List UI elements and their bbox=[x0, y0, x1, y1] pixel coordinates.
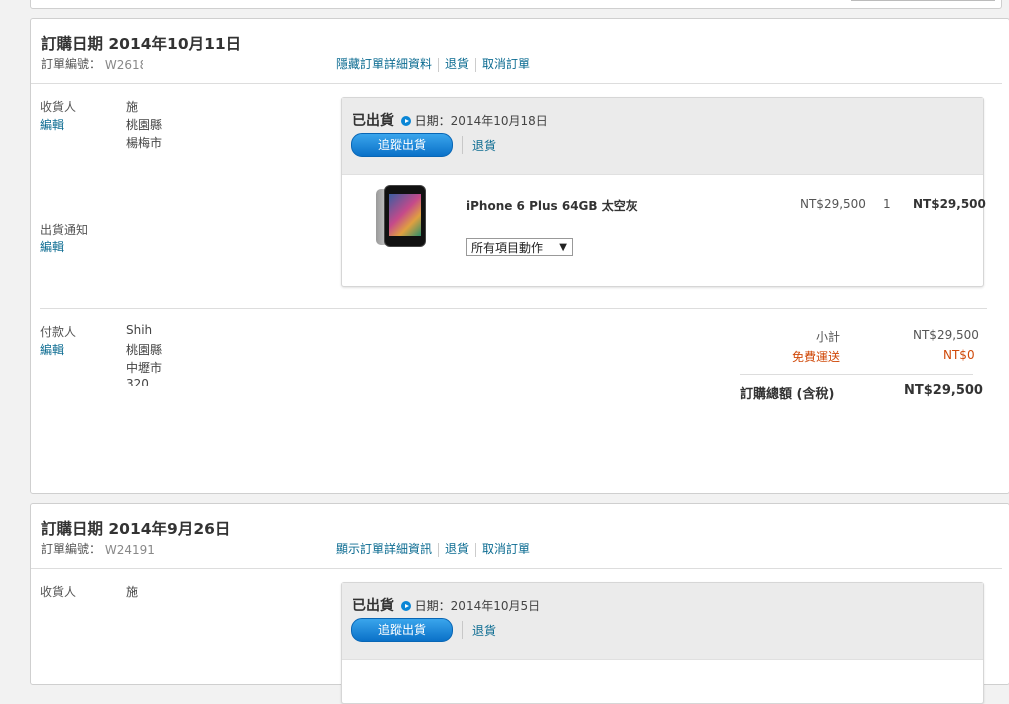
link-divider bbox=[438, 57, 440, 72]
shipment-date-label: 日期： bbox=[414, 114, 451, 128]
order-card: 訂購日期 2014年9月26日 訂單編號： W24191 顯示訂單詳細資訊 退貨取… bbox=[30, 503, 1009, 704]
item-actions-select-value: 所有項目動作 bbox=[471, 241, 544, 255]
hide-order-details-link[interactable]: 隱藏訂單詳細資料 bbox=[336, 57, 432, 71]
recipient-county: 桃園縣 bbox=[126, 118, 162, 132]
return-link[interactable]: 退貨 bbox=[445, 57, 469, 71]
order-number-value: W2618 bbox=[104, 58, 143, 72]
order-number-value: W24191 bbox=[104, 543, 155, 557]
cancel-order-link[interactable]: 取消訂單 bbox=[482, 57, 530, 71]
track-shipment-button[interactable]: 追蹤出貨 bbox=[351, 618, 453, 642]
order-date-title: 訂購日期 2014年10月11日 bbox=[41, 35, 242, 53]
shipment-date-value: 2014年10月5日 bbox=[450, 599, 541, 613]
order-card: 訂購日期 2014年10月11日 訂單編號： W2618 隱藏訂單詳細資料退貨取… bbox=[30, 18, 1009, 494]
order-number: 訂單編號： W24191 bbox=[41, 540, 155, 557]
recipient-name: 施 bbox=[126, 100, 139, 114]
shipping-notification-label: 出貨通知 bbox=[40, 223, 89, 237]
product-quantity: 1 bbox=[883, 197, 891, 211]
previous-select-bottom bbox=[851, 0, 995, 1]
show-order-details-link[interactable]: 顯示訂單詳細資訊 bbox=[336, 542, 432, 556]
order-total-value: NT$29,500 bbox=[904, 383, 983, 398]
divider bbox=[40, 308, 987, 309]
edit-recipient-link[interactable]: 編輯 bbox=[40, 116, 64, 133]
phone-front-image bbox=[384, 185, 426, 247]
edit-payer-link[interactable]: 編輯 bbox=[40, 341, 64, 358]
shipment-return-link[interactable]: 退貨 bbox=[472, 622, 496, 639]
previous-card-bottom bbox=[30, 0, 1002, 9]
payer-postcode: 320 bbox=[126, 377, 149, 386]
shipment-date-label: 日期： bbox=[414, 599, 451, 613]
shipment-date-value: 2014年10月18日 bbox=[450, 114, 548, 128]
button-divider bbox=[462, 136, 463, 154]
shipment-header: 已出貨 日期：2014年10月18日 追蹤出貨 退貨 bbox=[342, 98, 983, 175]
recipient-label: 收貨人 bbox=[40, 585, 77, 599]
play-arrow-icon bbox=[400, 116, 411, 126]
recipient-name: 施 bbox=[126, 585, 139, 599]
item-actions-select[interactable]: 所有項目動作 ▼ bbox=[466, 238, 573, 256]
shipment-box: 已出貨 日期：2014年10月5日 追蹤出貨 退貨 bbox=[341, 582, 984, 704]
divider bbox=[31, 83, 1002, 84]
payer-city: 中壢市 bbox=[126, 361, 162, 375]
free-shipping-label: 免費運送 bbox=[792, 350, 841, 364]
recipient-label: 收貨人 bbox=[40, 100, 77, 114]
shipment-header: 已出貨 日期：2014年10月5日 追蹤出貨 退貨 bbox=[342, 583, 983, 660]
recipient-city: 楊梅市 bbox=[126, 136, 162, 150]
button-divider bbox=[462, 621, 463, 639]
product-total: NT$29,500 bbox=[913, 197, 986, 211]
link-divider bbox=[475, 542, 477, 557]
order-number-label: 訂單編號： bbox=[41, 542, 102, 556]
order-links: 顯示訂單詳細資訊 退貨 取消訂單 bbox=[336, 540, 530, 557]
play-arrow-icon bbox=[400, 601, 411, 611]
shipping-value: NT$0 bbox=[943, 348, 975, 362]
edit-notification-link[interactable]: 編輯 bbox=[40, 238, 64, 255]
order-date-title: 訂購日期 2014年9月26日 bbox=[41, 520, 231, 538]
product-unit-price: NT$29,500 bbox=[800, 197, 866, 211]
shipment-return-link[interactable]: 退貨 bbox=[472, 137, 496, 154]
order-links: 隱藏訂單詳細資料 退貨 取消訂單 bbox=[336, 55, 530, 72]
order-total-label: 訂購總額 (含稅) bbox=[740, 387, 835, 402]
divider bbox=[31, 568, 1002, 569]
shipment-status-line: 已出貨 日期：2014年10月5日 bbox=[352, 595, 540, 615]
shipment-status: 已出貨 bbox=[352, 113, 394, 129]
link-divider bbox=[438, 542, 440, 557]
shipment-status-line: 已出貨 日期：2014年10月18日 bbox=[352, 110, 548, 130]
link-divider bbox=[475, 57, 477, 72]
payer-county: 桃園縣 bbox=[126, 343, 162, 357]
order-number: 訂單編號： W2618 bbox=[41, 55, 143, 72]
order-number-label: 訂單編號： bbox=[41, 57, 102, 71]
payer-name: Shih bbox=[126, 323, 153, 337]
product-name: iPhone 6 Plus 64GB 太空灰 bbox=[466, 199, 638, 213]
subtotal-value: NT$29,500 bbox=[913, 328, 979, 342]
cancel-order-link[interactable]: 取消訂單 bbox=[482, 542, 530, 556]
return-link[interactable]: 退貨 bbox=[445, 542, 469, 556]
subtotal-label: 小計 bbox=[816, 330, 841, 344]
shipment-status: 已出貨 bbox=[352, 598, 394, 614]
summary-divider bbox=[740, 374, 973, 375]
dropdown-caret-icon: ▼ bbox=[559, 242, 567, 253]
shipment-box: 已出貨 日期：2014年10月18日 追蹤出貨 退貨 iPhone 6 Plus… bbox=[341, 97, 986, 287]
track-shipment-button[interactable]: 追蹤出貨 bbox=[351, 133, 453, 157]
payer-label: 付款人 bbox=[40, 325, 77, 339]
product-image bbox=[376, 185, 426, 247]
